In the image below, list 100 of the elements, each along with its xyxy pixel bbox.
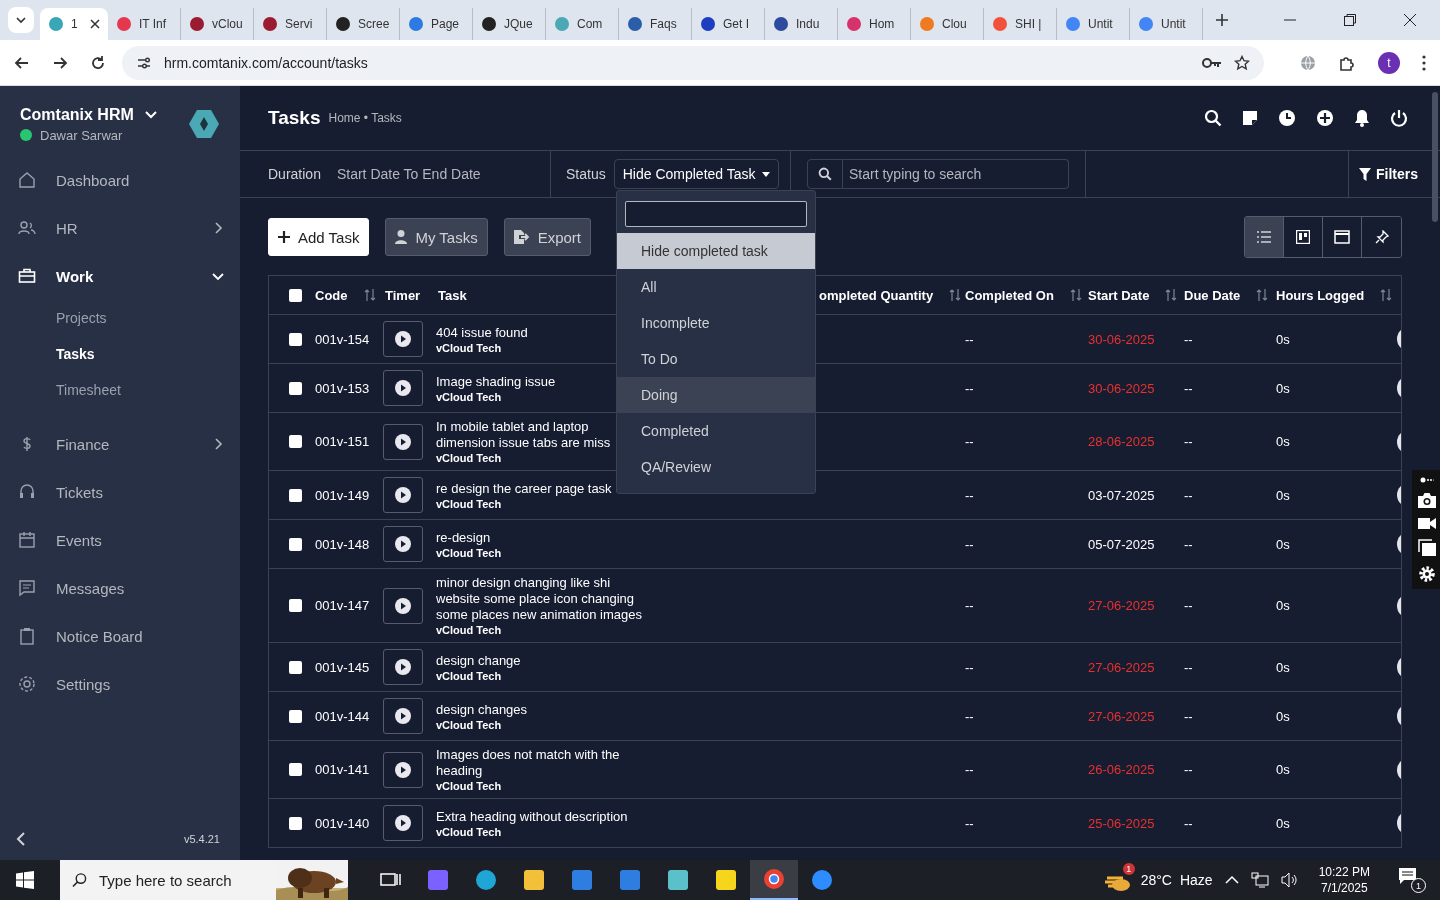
- dropdown-search-field[interactable]: [625, 201, 807, 227]
- sidebar-item[interactable]: Settings: [0, 660, 240, 708]
- clock-icon[interactable]: [1278, 109, 1296, 127]
- select-all-checkbox[interactable]: [289, 288, 302, 302]
- sidebar-item[interactable]: Events: [0, 516, 240, 564]
- key-icon[interactable]: [1202, 55, 1222, 70]
- row-checkbox[interactable]: [289, 488, 302, 502]
- timer-button[interactable]: [383, 805, 423, 841]
- timer-button[interactable]: [383, 370, 423, 406]
- dropdown-option[interactable]: All: [617, 269, 815, 305]
- restore-icon[interactable]: [1344, 14, 1356, 26]
- sort-icon[interactable]: [1069, 288, 1082, 302]
- taskbar-search-field[interactable]: Type here to search: [97, 870, 266, 890]
- row-checkbox[interactable]: [289, 816, 302, 830]
- sort-icon[interactable]: [1165, 288, 1178, 302]
- notification-icon[interactable]: [1354, 109, 1370, 127]
- row-checkbox[interactable]: [289, 763, 302, 776]
- chrome-icon[interactable]: [750, 860, 798, 900]
- start-icon[interactable]: [16, 871, 34, 889]
- dropdown-option[interactable]: QA/Review: [617, 449, 815, 485]
- more-icon[interactable]: [1420, 476, 1434, 484]
- collapse-icon[interactable]: [16, 832, 26, 846]
- address-field[interactable]: hrm.comtanix.com/account/tasks: [122, 45, 1264, 80]
- timer-button[interactable]: [383, 698, 423, 734]
- star-icon[interactable]: [1234, 54, 1250, 71]
- sidebar-item[interactable]: Tickets: [0, 468, 240, 516]
- row-checkbox[interactable]: [289, 537, 302, 551]
- timer-button[interactable]: [383, 587, 423, 624]
- tab-search-button[interactable]: [8, 7, 34, 33]
- search-button[interactable]: [807, 159, 843, 189]
- sort-icon[interactable]: [1380, 288, 1393, 302]
- date-range-field[interactable]: Start Date To End Date: [336, 166, 481, 182]
- status-dropdown[interactable]: Hide Completed Task: [613, 159, 779, 189]
- task-title[interactable]: minor design changing like shi website some place icon changing some places new animation images: [436, 575, 642, 623]
- task-title[interactable]: Extra heading without description: [436, 808, 628, 825]
- camera-icon[interactable]: [1418, 493, 1436, 508]
- dropdown-option[interactable]: To Do: [617, 341, 815, 377]
- scrollbar[interactable]: [1432, 92, 1438, 222]
- sidebar-item[interactable]: Messages: [0, 564, 240, 612]
- search-icon[interactable]: [1204, 109, 1222, 127]
- task-title[interactable]: design changes: [436, 701, 528, 718]
- sidebar-item[interactable]: HR: [0, 204, 240, 252]
- search-field[interactable]: Start typing to search: [843, 159, 1069, 189]
- timer-button[interactable]: [383, 649, 423, 685]
- weather-condition[interactable]: Haze: [1179, 872, 1213, 888]
- dropdown-option[interactable]: Completed: [617, 413, 815, 449]
- view-toggle[interactable]: [1245, 217, 1284, 257]
- task-title[interactable]: Image shading issue: [436, 373, 556, 390]
- sort-icon[interactable]: [1256, 288, 1269, 302]
- menu-icon[interactable]: [1422, 54, 1426, 71]
- globe-icon[interactable]: [1300, 54, 1316, 71]
- gear-icon[interactable]: [1418, 565, 1436, 583]
- task-title[interactable]: In mobile tablet and laptop dimension issue tabs are miss: [436, 419, 611, 451]
- submenu-item[interactable]: Tasks: [0, 336, 240, 372]
- submenu-item[interactable]: Timesheet: [0, 372, 240, 408]
- chevron-icon[interactable]: [143, 109, 158, 120]
- row-checkbox[interactable]: [289, 332, 302, 346]
- copy-icon[interactable]: [1418, 539, 1436, 556]
- power-icon[interactable]: [1390, 109, 1408, 127]
- row-checkbox[interactable]: [289, 381, 302, 395]
- action-button[interactable]: Export: [503, 218, 592, 256]
- timer-button[interactable]: [383, 321, 423, 357]
- video-icon[interactable]: [1418, 517, 1436, 530]
- forward-icon[interactable]: [52, 54, 68, 71]
- sort-icon[interactable]: [363, 288, 376, 302]
- sidebar-item[interactable]: Work: [0, 252, 240, 300]
- row-checkbox[interactable]: [289, 599, 302, 612]
- sidebar-item[interactable]: Dashboard: [0, 156, 240, 204]
- back-icon[interactable]: [14, 54, 30, 71]
- brand-name[interactable]: Comtanix HRM: [20, 105, 134, 124]
- task-title[interactable]: re-design: [436, 529, 491, 546]
- network-icon[interactable]: [1250, 872, 1269, 888]
- close-icon[interactable]: [90, 19, 100, 29]
- add-icon[interactable]: [1316, 109, 1334, 127]
- row-checkbox[interactable]: [289, 709, 302, 723]
- row-checkbox[interactable]: [289, 660, 302, 674]
- volume-icon[interactable]: [1280, 872, 1299, 888]
- task-title[interactable]: Images does not match with the heading: [436, 747, 620, 779]
- profile-avatar[interactable]: t: [1378, 51, 1400, 74]
- sort-icon[interactable]: [949, 288, 962, 302]
- submenu-item[interactable]: Projects: [0, 300, 240, 336]
- sidebar-item[interactable]: Finance: [0, 420, 240, 468]
- task-title[interactable]: design change: [436, 652, 521, 669]
- chevron-icon[interactable]: [1224, 875, 1239, 885]
- timer-button[interactable]: [383, 423, 423, 460]
- action-button[interactable]: My Tasks: [385, 218, 488, 256]
- close-icon[interactable]: [1404, 14, 1416, 26]
- dropdown-option[interactable]: Incomplete: [617, 305, 815, 341]
- notification-center-button[interactable]: 1: [1398, 867, 1426, 893]
- new-tab-button[interactable]: [1215, 13, 1229, 27]
- timer-button[interactable]: [383, 477, 423, 513]
- task-title[interactable]: re design the career page task: [436, 480, 612, 497]
- timer-button[interactable]: [383, 526, 423, 562]
- action-button[interactable]: Add Task: [268, 218, 370, 256]
- search-box[interactable]: Type here to search: [60, 860, 348, 900]
- reload-icon[interactable]: [90, 54, 106, 71]
- browser-tab[interactable]: 1: [40, 8, 108, 40]
- temperature[interactable]: 28°C: [1140, 872, 1172, 888]
- clock[interactable]: 10:22 PM 7/1/2025: [1318, 864, 1370, 896]
- sidebar-item[interactable]: Notice Board: [0, 612, 240, 660]
